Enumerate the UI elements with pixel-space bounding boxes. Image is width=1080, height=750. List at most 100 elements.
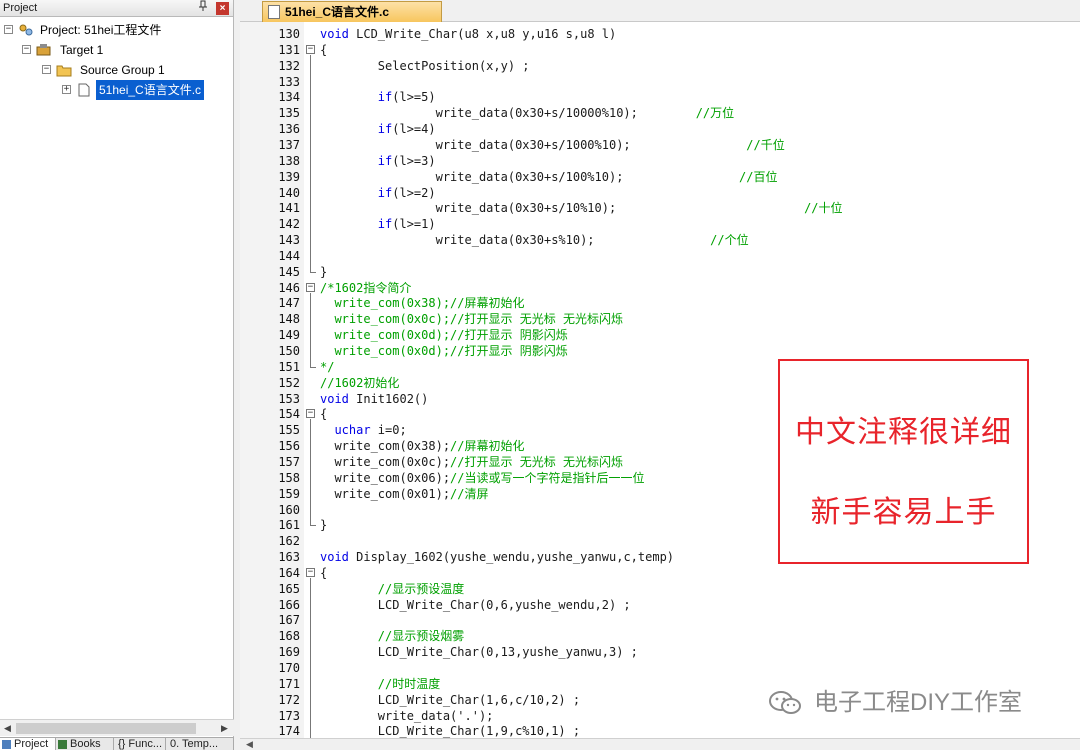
- code-line[interactable]: 144: [240, 248, 1080, 264]
- fold-toggle-icon[interactable]: −: [306, 567, 315, 577]
- line-number: 165: [278, 581, 300, 596]
- code-line[interactable]: 140 if(l>=2): [240, 185, 1080, 201]
- tab-templates[interactable]: 0. Temp...: [166, 738, 234, 750]
- project-panel: Project × − Project: 51hei工程文件 − Target …: [0, 0, 234, 750]
- code-line[interactable]: 130 void LCD_Write_Char(u8 x,u8 y,u16 s,u…: [240, 26, 1080, 42]
- line-number: 140: [278, 185, 300, 200]
- line-number: 142: [278, 217, 300, 232]
- code-text: write_com(0x38);//屏幕初始化: [320, 439, 525, 454]
- code-line[interactable]: 136 if(l>=4): [240, 121, 1080, 137]
- code-text: */: [320, 359, 335, 374]
- code-line[interactable]: 133: [240, 74, 1080, 90]
- code-line[interactable]: 166 LCD_Write_Char(0,6,yushe_wendu,2) ;: [240, 597, 1080, 613]
- line-number: 173: [278, 708, 300, 723]
- tree-label: Target 1: [60, 43, 104, 57]
- line-number: 152: [278, 375, 300, 390]
- tree-label: Source Group 1: [80, 63, 165, 77]
- collapse-icon[interactable]: −: [42, 65, 51, 74]
- fold-end-marker: [310, 271, 316, 273]
- code-line[interactable]: 135 write_data(0x30+s/10000%10); //万位: [240, 105, 1080, 121]
- code-text: if(l>=3): [377, 153, 436, 168]
- code-line[interactable]: 137 write_data(0x30+s/1000%10); //千位: [240, 137, 1080, 153]
- watermark-text: 电子工程DIY工作室: [814, 689, 1023, 716]
- code-text: write_com(0x0d);//打开显示 阴影闪烁: [320, 344, 568, 358]
- code-line[interactable]: 174 LCD_Write_Char(1,9,c%10,1) ;: [240, 723, 1080, 739]
- line-number: 153: [278, 391, 300, 406]
- code-text: {: [320, 407, 328, 422]
- fold-toggle-icon[interactable]: −: [306, 44, 315, 54]
- expand-icon[interactable]: +: [62, 85, 71, 94]
- tab-label: Project: [14, 738, 49, 750]
- line-number: 145: [278, 264, 300, 279]
- code-line[interactable]: 168 //显示预设烟雾: [240, 628, 1080, 644]
- line-number: 168: [278, 629, 300, 644]
- line-number: 131: [278, 42, 300, 57]
- project-panel-title: Project: [3, 2, 38, 14]
- tree-node-target[interactable]: − Target 1: [22, 40, 232, 60]
- scroll-thumb[interactable]: [16, 723, 196, 734]
- code-line[interactable]: 143 write_data(0x30+s%10); //个位: [240, 232, 1080, 248]
- pin-icon[interactable]: [197, 0, 209, 16]
- code-text: SelectPosition(x,y) ;: [320, 58, 530, 73]
- code-text: //1602初始化: [320, 375, 400, 390]
- editor-tab-bar: 51hei_C语言文件.c: [240, 0, 1080, 22]
- code-text: if(l>=5): [377, 90, 436, 105]
- fold-guide: [310, 54, 311, 272]
- code-line[interactable]: 170: [240, 660, 1080, 676]
- line-number: 172: [278, 692, 300, 707]
- code-text: write_com(0x0d);//打开显示 阴影闪烁: [320, 328, 568, 343]
- code-text: LCD_Write_Char(0,6,yushe_wendu,2) ;: [320, 597, 631, 612]
- code-line[interactable]: 145}: [240, 264, 1080, 280]
- code-text: void Init1602(): [320, 391, 429, 406]
- code-line[interactable]: 164−{: [240, 565, 1080, 581]
- line-number: 144: [278, 248, 300, 263]
- tree-node-file[interactable]: + 51hei_C语言文件.c: [62, 80, 232, 100]
- editor-hscrollbar[interactable]: ◀: [240, 738, 1080, 750]
- tree-node-project[interactable]: − Project: 51hei工程文件: [4, 20, 232, 40]
- collapse-icon[interactable]: −: [4, 25, 13, 34]
- code-line[interactable]: 169 LCD_Write_Char(0,13,yushe_yanwu,3) ;: [240, 644, 1080, 660]
- code-line[interactable]: 146−/*1602指令简介: [240, 280, 1080, 296]
- tab-label: 51hei_C语言文件.c: [285, 5, 390, 19]
- code-line[interactable]: 134 if(l>=5): [240, 89, 1080, 105]
- line-number: 155: [278, 423, 300, 438]
- code-line[interactable]: 142 if(l>=1): [240, 216, 1080, 232]
- fold-toggle-icon[interactable]: −: [306, 282, 315, 292]
- line-number: 143: [278, 233, 300, 248]
- annotation-line-2: 新手容易上手: [810, 495, 997, 530]
- collapse-icon[interactable]: −: [22, 45, 31, 54]
- close-icon[interactable]: ×: [216, 2, 229, 15]
- code-text: write_data('.');: [320, 708, 494, 723]
- line-number: 161: [278, 518, 300, 533]
- code-text: write_com(0x06);//当读或写一个字符是指针后一一位: [320, 470, 645, 485]
- code-line[interactable]: 131−{: [240, 42, 1080, 58]
- tree-node-source-group[interactable]: − Source Group 1: [42, 60, 232, 80]
- code-text: write_com(0x0c);//打开显示 无光标 无光标闪烁: [320, 454, 623, 469]
- code-line[interactable]: 147 write_com(0x38);//屏幕初始化: [240, 295, 1080, 311]
- code-line[interactable]: 141 write_data(0x30+s/10%10); //十位: [240, 200, 1080, 216]
- code-line[interactable]: 167: [240, 612, 1080, 628]
- scroll-left-icon[interactable]: ◀: [1, 722, 14, 735]
- code-line[interactable]: 139 write_data(0x30+s/100%10); //百位: [240, 169, 1080, 185]
- code-text: {: [320, 565, 328, 580]
- code-text: write_data(0x30+s%10); //个位: [320, 233, 749, 248]
- tab-books[interactable]: Books: [56, 738, 114, 750]
- code-line[interactable]: 138 if(l>=3): [240, 153, 1080, 169]
- line-number: 146: [278, 280, 300, 295]
- scroll-right-icon[interactable]: ▶: [218, 722, 231, 735]
- fold-toggle-icon[interactable]: −: [306, 409, 315, 419]
- code-line[interactable]: 150 write_com(0x0d);//打开显示 阴影闪烁: [240, 343, 1080, 359]
- code-line[interactable]: 149 write_com(0x0d);//打开显示 阴影闪烁: [240, 327, 1080, 343]
- code-text: write_data(0x30+s/1000%10); //千位: [320, 137, 785, 152]
- project-panel-header: Project ×: [0, 0, 233, 17]
- project-hscrollbar[interactable]: ◀ ▶: [0, 719, 234, 736]
- line-number: 148: [278, 312, 300, 327]
- code-line[interactable]: 132 SelectPosition(x,y) ;: [240, 58, 1080, 74]
- code-line[interactable]: 165 //显示预设温度: [240, 581, 1080, 597]
- code-line[interactable]: 148 write_com(0x0c);//打开显示 无光标 无光标闪烁: [240, 311, 1080, 327]
- scroll-left-icon[interactable]: ◀: [246, 739, 253, 750]
- tab-functions[interactable]: {} Func...: [114, 738, 166, 750]
- tab-source-file[interactable]: 51hei_C语言文件.c: [262, 1, 442, 22]
- panel-tabs: Project Books {} Func... 0. Temp...: [0, 737, 234, 750]
- tab-project[interactable]: Project: [0, 738, 56, 750]
